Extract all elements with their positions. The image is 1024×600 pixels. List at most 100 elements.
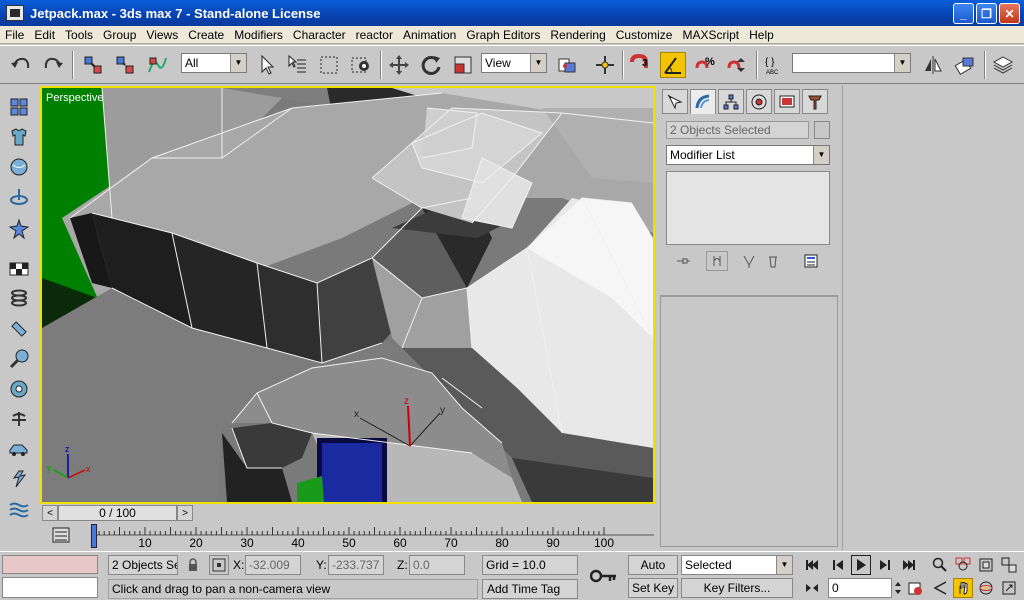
tab-display[interactable]	[774, 89, 800, 114]
zoom-extents-icon[interactable]	[976, 555, 996, 575]
mirror-icon[interactable]	[920, 52, 946, 78]
go-to-end-icon[interactable]	[899, 555, 919, 575]
current-frame-field[interactable]: 0	[828, 578, 892, 598]
track-bar[interactable]: 10 20 30 40 50 60 70 80 90 100	[40, 524, 655, 550]
tab-hierarchy[interactable]	[718, 89, 744, 114]
tab-utilities[interactable]	[802, 89, 828, 114]
unlink-selection-icon[interactable]	[112, 52, 138, 78]
reference-coordinate-dropdown[interactable]: View ▼	[481, 53, 547, 73]
auto-key-button[interactable]: Auto Key	[628, 555, 678, 590]
use-pivot-center-icon[interactable]	[554, 52, 580, 78]
select-by-name-icon[interactable]	[284, 52, 310, 78]
set-key-icon[interactable]	[588, 564, 620, 588]
z-coordinate-field[interactable]: 0.0	[409, 555, 465, 575]
menu-graph-editors[interactable]: Graph Editors	[461, 28, 545, 42]
absolute-mode-icon[interactable]	[209, 555, 229, 575]
soft-body-collection-icon[interactable]	[7, 155, 31, 179]
key-mode-dropdown[interactable]: Selected ▼	[681, 555, 793, 575]
next-frame-icon[interactable]	[875, 555, 895, 575]
snaps-toggle-icon[interactable]: 3	[627, 52, 653, 78]
next-frame-button[interactable]: >	[177, 505, 193, 521]
field-of-view-icon[interactable]	[930, 578, 950, 598]
previous-frame-icon[interactable]	[828, 555, 848, 575]
dashpot-icon[interactable]	[7, 317, 31, 341]
minimize-button[interactable]: _	[953, 3, 974, 24]
select-and-link-icon[interactable]	[80, 52, 106, 78]
modifier-list-dropdown[interactable]: Modifier List ▼	[666, 145, 830, 165]
layer-manager-icon[interactable]	[990, 52, 1016, 78]
select-and-move-icon[interactable]	[386, 52, 412, 78]
menu-customize[interactable]: Customize	[611, 28, 678, 42]
menu-views[interactable]: Views	[141, 28, 183, 42]
menu-rendering[interactable]: Rendering	[545, 28, 610, 42]
time-configuration-icon[interactable]	[905, 578, 925, 598]
align-icon[interactable]	[952, 52, 978, 78]
deforming-mesh-collection-icon[interactable]	[7, 217, 31, 241]
zoom-extents-all-icon[interactable]	[999, 555, 1019, 575]
redo-icon[interactable]	[40, 52, 66, 78]
tab-modify[interactable]	[690, 89, 716, 114]
x-coordinate-field[interactable]: -32.009	[245, 555, 301, 575]
rope-collection-icon[interactable]	[7, 185, 31, 209]
show-end-result-icon[interactable]	[706, 251, 728, 271]
undo-icon[interactable]	[8, 52, 34, 78]
pan-view-icon[interactable]	[953, 578, 973, 598]
wind-icon[interactable]	[7, 407, 31, 431]
arc-rotate-icon[interactable]	[976, 578, 996, 598]
maximize-viewport-icon[interactable]	[999, 578, 1019, 598]
menu-edit[interactable]: Edit	[29, 28, 60, 42]
object-color-swatch[interactable]	[814, 121, 830, 139]
menu-file[interactable]: File	[0, 28, 29, 42]
frame-spinner[interactable]	[892, 578, 904, 598]
key-mode-toggle-icon[interactable]	[802, 578, 822, 598]
app-icon[interactable]	[6, 5, 24, 21]
edit-named-selection-icon[interactable]: { } ABC	[762, 52, 788, 78]
go-to-start-icon[interactable]	[802, 555, 822, 575]
add-time-tag-button[interactable]: Add Time Tag	[482, 579, 578, 599]
plane-icon[interactable]	[7, 257, 31, 281]
motor-icon[interactable]	[7, 347, 31, 371]
water-icon[interactable]	[7, 497, 31, 521]
fracture-icon[interactable]	[7, 467, 31, 491]
select-and-manipulate-icon[interactable]	[592, 52, 618, 78]
bind-to-space-warp-icon[interactable]	[144, 52, 170, 78]
close-button[interactable]: ✕	[999, 3, 1020, 24]
menu-maxscript[interactable]: MAXScript	[677, 28, 744, 42]
cloth-collection-icon[interactable]	[7, 125, 31, 149]
spring-icon[interactable]	[7, 287, 31, 311]
play-animation-icon[interactable]	[851, 555, 871, 575]
modifier-stack[interactable]	[666, 171, 830, 245]
tab-motion[interactable]	[746, 89, 772, 114]
menu-animation[interactable]: Animation	[398, 28, 461, 42]
viewport-label[interactable]: Perspective	[46, 92, 103, 104]
pin-stack-icon[interactable]	[672, 251, 694, 271]
menu-tools[interactable]: Tools	[60, 28, 98, 42]
menu-group[interactable]: Group	[98, 28, 141, 42]
zoom-icon[interactable]	[930, 555, 950, 575]
configure-modifier-sets-icon[interactable]	[800, 251, 822, 271]
selection-filter-dropdown[interactable]: All ▼	[181, 53, 247, 73]
object-name-field[interactable]: 2 Objects Selected	[666, 121, 809, 139]
current-frame-marker[interactable]	[91, 524, 97, 548]
time-slider-thumb[interactable]: 0 / 100	[58, 505, 177, 521]
make-unique-icon[interactable]	[738, 251, 760, 271]
rectangular-selection-icon[interactable]	[316, 52, 342, 78]
remove-modifier-icon[interactable]	[762, 251, 784, 271]
menu-reactor[interactable]: reactor	[351, 28, 398, 42]
lock-selection-icon[interactable]	[183, 555, 203, 575]
maxscript-input[interactable]	[2, 577, 98, 598]
perspective-viewport[interactable]: z x y z x y Perspective	[40, 86, 655, 504]
angle-snap-toggle-icon[interactable]	[660, 52, 686, 78]
window-crossing-icon[interactable]	[348, 52, 374, 78]
maxscript-listener-mini[interactable]	[2, 555, 98, 574]
y-coordinate-field[interactable]: -233.737	[328, 555, 384, 575]
rigid-body-collection-icon[interactable]	[7, 95, 31, 119]
menu-character[interactable]: Character	[288, 28, 351, 42]
toy-car-icon[interactable]	[7, 437, 31, 461]
open-mini-curve-editor-icon[interactable]	[52, 526, 70, 544]
set-key-button[interactable]: Set Key	[628, 578, 678, 598]
percent-snap-toggle-icon[interactable]: %	[692, 52, 718, 78]
select-and-scale-icon[interactable]	[450, 52, 476, 78]
menu-help[interactable]: Help	[744, 28, 779, 42]
select-and-rotate-icon[interactable]	[418, 52, 444, 78]
